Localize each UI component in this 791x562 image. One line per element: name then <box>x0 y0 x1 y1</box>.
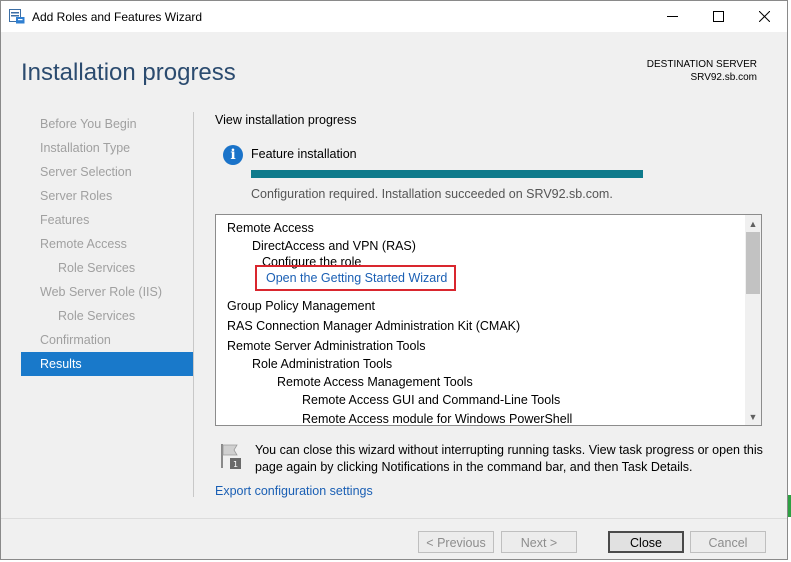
chevron-up-icon: ▲ <box>748 218 758 229</box>
nav-divider <box>193 112 194 497</box>
result-item: Remote Access Management Tools <box>277 375 473 389</box>
result-item: Remote Access <box>227 221 314 235</box>
nav-step-role-services[interactable]: Role Services <box>21 304 193 328</box>
getting-started-wizard-link[interactable]: Open the Getting Started Wizard <box>255 265 456 291</box>
feature-installation-label: Feature installation <box>251 147 357 161</box>
vertical-scrollbar[interactable]: ▲ ▼ <box>745 215 761 425</box>
destination-server-label: DESTINATION SERVER <box>646 59 757 70</box>
wizard-steps-nav: Before You Begin Installation Type Server … <box>21 112 193 376</box>
result-item: Remote Server Administration Tools <box>227 339 426 353</box>
scroll-down-button[interactable]: ▼ <box>745 408 761 425</box>
wizard-content: Before You Begin Installation Type Server … <box>1 98 787 518</box>
result-item: DirectAccess and VPN (RAS) <box>252 239 416 253</box>
minimize-button[interactable] <box>649 1 695 32</box>
destination-server-name: SRV92.sb.com <box>690 72 757 83</box>
view-progress-label: View installation progress <box>215 113 357 127</box>
wizard-header: Installation progress DESTINATION SERVER… <box>1 32 787 98</box>
export-configuration-link[interactable]: Export configuration settings <box>215 484 373 498</box>
chevron-down-icon: ▼ <box>748 411 758 422</box>
close-window-button[interactable] <box>741 1 787 32</box>
nav-step-results[interactable]: Results <box>21 352 193 376</box>
maximize-button[interactable] <box>695 1 741 32</box>
nav-step-installation-type[interactable]: Installation Type <box>21 136 193 160</box>
result-item: Group Policy Management <box>227 299 375 313</box>
title-bar: Add Roles and Features Wizard <box>1 1 787 32</box>
nav-step-before-you-begin[interactable]: Before You Begin <box>21 112 193 136</box>
minimize-icon <box>666 16 678 17</box>
nav-step-remote-access[interactable]: Remote Access <box>21 232 193 256</box>
progress-bar <box>251 170 643 178</box>
next-button[interactable]: Next > <box>501 531 577 553</box>
svg-text:1: 1 <box>233 460 238 469</box>
result-item: Remote Access GUI and Command-Line Tools <box>302 393 561 407</box>
nav-step-confirmation[interactable]: Confirmation <box>21 328 193 352</box>
nav-step-web-server-role-iis[interactable]: Web Server Role (IIS) <box>21 280 193 304</box>
wizard-footer: < Previous Next > Close Cancel <box>1 518 787 559</box>
results-pane: View installation progress i Feature ins… <box>215 98 775 518</box>
result-item: Remote Access module for Windows PowerSh… <box>302 412 573 426</box>
cancel-button[interactable]: Cancel <box>690 531 766 553</box>
result-item: RAS Connection Manager Administration Ki… <box>227 319 521 333</box>
server-manager-icon <box>9 9 25 24</box>
maximize-icon <box>712 11 724 22</box>
close-wizard-note: You can close this wizard without interr… <box>255 443 763 474</box>
close-button[interactable]: Close <box>608 531 684 553</box>
previous-button[interactable]: < Previous <box>418 531 494 553</box>
window-title: Add Roles and Features Wizard <box>32 10 203 24</box>
wizard-window: Add Roles and Features Wizard Installati… <box>0 0 788 560</box>
installation-status: Configuration required. Installation suc… <box>251 187 613 201</box>
results-list-box[interactable]: Remote Access DirectAccess and VPN (RAS) C… <box>215 214 762 426</box>
close-icon <box>758 11 770 22</box>
scroll-thumb[interactable] <box>746 232 760 294</box>
nav-step-server-roles[interactable]: Server Roles <box>21 184 193 208</box>
result-item: Role Administration Tools <box>252 357 393 371</box>
nav-step-server-selection[interactable]: Server Selection <box>21 160 193 184</box>
nav-step-features[interactable]: Features <box>21 208 193 232</box>
scroll-up-button[interactable]: ▲ <box>745 215 761 232</box>
flag-notification-icon: 1 <box>221 444 241 469</box>
info-icon: i <box>223 145 243 165</box>
progress-bar-fill <box>251 170 643 178</box>
nav-step-role-services[interactable]: Role Services <box>21 256 193 280</box>
page-title: Installation progress <box>21 59 236 86</box>
